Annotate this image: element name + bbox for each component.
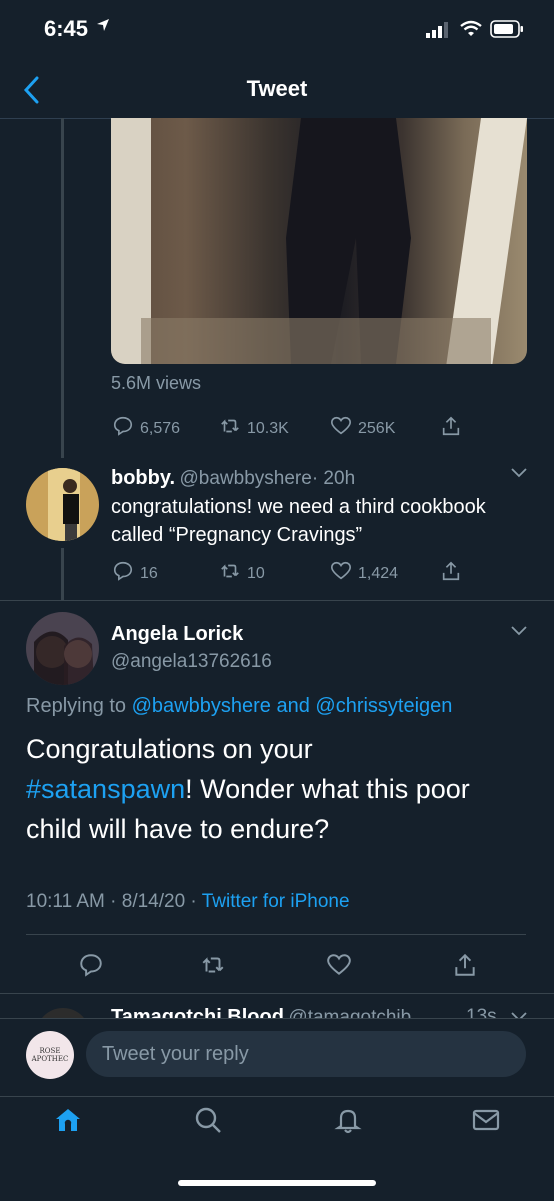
retweet-button[interactable] bbox=[200, 952, 226, 983]
tab-home[interactable] bbox=[48, 1102, 88, 1142]
reply-icon bbox=[112, 560, 134, 587]
reply-text-line: called “Pregnancy Cravings” bbox=[111, 524, 363, 546]
heart-icon bbox=[330, 415, 352, 442]
retweet-icon bbox=[200, 952, 226, 983]
thread-line bbox=[61, 118, 64, 458]
author-name[interactable]: bobby. bbox=[111, 467, 175, 489]
like-count: 256K bbox=[358, 419, 396, 437]
reply-time: · 20h bbox=[311, 468, 356, 489]
divider bbox=[26, 934, 526, 935]
tweet-meta: 10:11 AM · 8/14/20 · Twitter for iPhone bbox=[26, 891, 350, 913]
signal-icon bbox=[426, 22, 450, 43]
tab-messages[interactable] bbox=[466, 1102, 506, 1142]
tweet-video[interactable] bbox=[111, 118, 527, 364]
mention-link[interactable]: @bawbbyshere bbox=[132, 695, 271, 717]
reply-header: bobby. @bawbbyshere· 20h bbox=[111, 467, 355, 490]
avatar[interactable]: ROSE APOTHEC bbox=[26, 1031, 74, 1079]
author-handle[interactable]: @bawbbyshere bbox=[180, 468, 312, 489]
view-count: 5.6M views bbox=[111, 373, 202, 393]
reply-text-line: congratulations! we need a third cookboo… bbox=[111, 496, 486, 518]
avatar-logo-text: ROSE APOTHEC bbox=[31, 1047, 69, 1063]
like-button[interactable] bbox=[326, 952, 352, 983]
replying-label: Replying to bbox=[26, 695, 127, 717]
retweet-button[interactable]: 10 bbox=[219, 560, 265, 587]
retweet-icon bbox=[219, 560, 241, 587]
share-button[interactable] bbox=[440, 415, 462, 442]
next-reply-peek[interactable]: Tamagotchi Blood @tamagotchib... 13s bbox=[0, 994, 554, 1018]
chevron-down-icon bbox=[510, 1010, 528, 1018]
search-icon bbox=[194, 1106, 222, 1139]
bell-icon bbox=[334, 1106, 362, 1139]
hashtag-link[interactable]: #satanspawn bbox=[26, 774, 185, 804]
divider bbox=[0, 600, 554, 601]
share-icon bbox=[440, 415, 462, 442]
author-name[interactable]: Angela Lorick bbox=[111, 623, 243, 646]
retweet-button[interactable]: 10.3K bbox=[219, 415, 289, 442]
share-icon bbox=[440, 560, 462, 587]
tweet-menu-button[interactable] bbox=[510, 466, 528, 484]
share-icon bbox=[452, 952, 478, 983]
home-indicator bbox=[178, 1180, 376, 1186]
thread-line bbox=[61, 548, 64, 600]
home-icon bbox=[54, 1106, 82, 1139]
tweet-body: Congratulations on your #satanspawn! Won… bbox=[26, 729, 470, 849]
like-button[interactable]: 1,424 bbox=[330, 560, 398, 587]
author-handle[interactable]: @angela13762616 bbox=[111, 651, 272, 673]
heart-icon bbox=[330, 560, 352, 587]
tab-notifications[interactable] bbox=[328, 1102, 368, 1142]
heart-icon bbox=[326, 952, 352, 983]
mention-link[interactable]: @chrissyteigen bbox=[315, 695, 452, 717]
avatar[interactable] bbox=[26, 468, 99, 541]
tweet-text-line: child will have to endure? bbox=[26, 814, 330, 844]
reply-button[interactable]: 16 bbox=[112, 560, 158, 587]
share-button[interactable] bbox=[440, 560, 462, 587]
avatar bbox=[36, 1008, 90, 1018]
author-name: Tamagotchi Blood bbox=[111, 1006, 284, 1018]
reply-icon bbox=[78, 952, 104, 983]
reply-count: 16 bbox=[140, 564, 158, 582]
retweet-count: 10.3K bbox=[247, 419, 289, 437]
like-button[interactable]: 256K bbox=[330, 415, 395, 442]
chevron-down-icon bbox=[510, 466, 528, 483]
tweet-source-link[interactable]: Twitter for iPhone bbox=[202, 891, 350, 912]
reply-button[interactable]: 6,576 bbox=[112, 415, 180, 442]
share-button[interactable] bbox=[452, 952, 478, 983]
status-time: 6:45 bbox=[44, 16, 89, 41]
mail-icon bbox=[472, 1106, 500, 1139]
reply-count: 6,576 bbox=[140, 419, 181, 437]
tweet-text-line: ! Wonder what this poor bbox=[185, 774, 470, 804]
retweet-count: 10 bbox=[247, 564, 265, 582]
reply-button[interactable] bbox=[78, 952, 104, 983]
reply-body: congratulations! we need a third cookboo… bbox=[111, 493, 486, 549]
reply-input[interactable]: Tweet your reply bbox=[86, 1031, 526, 1077]
replying-and[interactable]: and bbox=[276, 695, 309, 717]
wifi-icon bbox=[460, 20, 482, 43]
battery-icon bbox=[490, 20, 524, 43]
reply-icon bbox=[112, 415, 134, 442]
retweet-icon bbox=[219, 415, 241, 442]
like-count: 1,424 bbox=[358, 564, 399, 582]
tweet-timestamp: 10:11 AM · 8/14/20 · bbox=[26, 891, 197, 912]
chevron-down-icon bbox=[510, 624, 528, 641]
reply-time: 13s bbox=[466, 1006, 497, 1018]
page-title: Tweet bbox=[246, 76, 308, 101]
tweet-text-line: Congratulations on your bbox=[26, 734, 313, 764]
tweet-menu-button[interactable] bbox=[510, 624, 528, 642]
replying-to: Replying to @bawbbyshere and @chrissytei… bbox=[26, 695, 452, 718]
author-handle: @tamagotchib... bbox=[288, 1007, 428, 1018]
avatar[interactable] bbox=[26, 612, 99, 685]
tab-search[interactable] bbox=[188, 1102, 228, 1142]
location-icon bbox=[96, 18, 110, 37]
